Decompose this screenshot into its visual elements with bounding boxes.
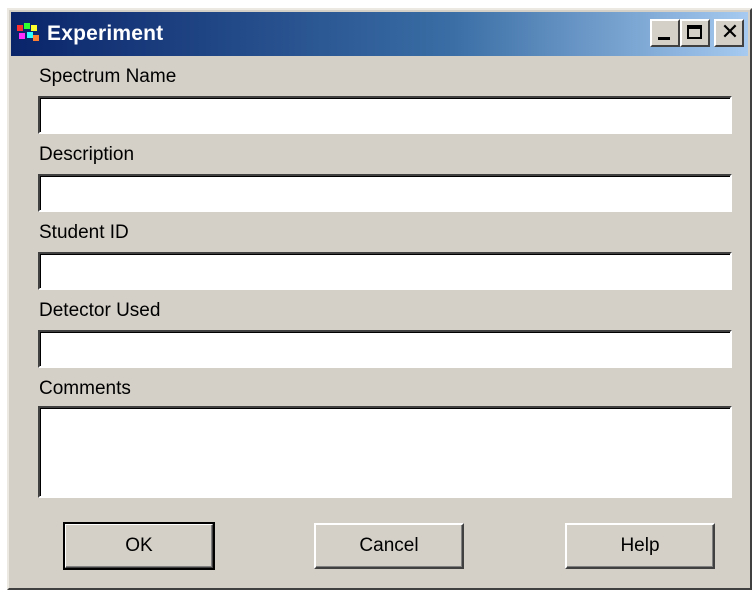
comments-label: Comments bbox=[39, 378, 131, 399]
maximize-button[interactable] bbox=[680, 19, 710, 47]
detector-used-input[interactable] bbox=[38, 330, 732, 368]
ok-button[interactable]: OK bbox=[63, 522, 215, 570]
help-button[interactable]: Help bbox=[565, 523, 715, 569]
app-icon bbox=[15, 21, 41, 47]
title-bar[interactable]: Experiment ✕ bbox=[11, 12, 748, 56]
comments-textarea[interactable] bbox=[38, 406, 732, 498]
detector-used-label: Detector Used bbox=[39, 300, 161, 321]
student-id-label: Student ID bbox=[39, 222, 129, 243]
close-icon: ✕ bbox=[720, 20, 740, 45]
window-controls: ✕ bbox=[650, 19, 744, 47]
close-button[interactable]: ✕ bbox=[714, 19, 744, 47]
cancel-button[interactable]: Cancel bbox=[314, 523, 464, 569]
window-title: Experiment bbox=[47, 22, 164, 45]
maximize-icon bbox=[687, 25, 702, 39]
minimize-icon bbox=[658, 37, 670, 40]
experiment-dialog: Experiment ✕ Spectrum Name Description S… bbox=[7, 8, 752, 590]
description-input[interactable] bbox=[38, 174, 732, 212]
spectrum-name-label: Spectrum Name bbox=[39, 66, 177, 87]
spectrum-name-input[interactable] bbox=[38, 96, 732, 134]
minimize-button[interactable] bbox=[650, 19, 680, 47]
student-id-input[interactable] bbox=[38, 252, 732, 290]
description-label: Description bbox=[39, 144, 135, 165]
